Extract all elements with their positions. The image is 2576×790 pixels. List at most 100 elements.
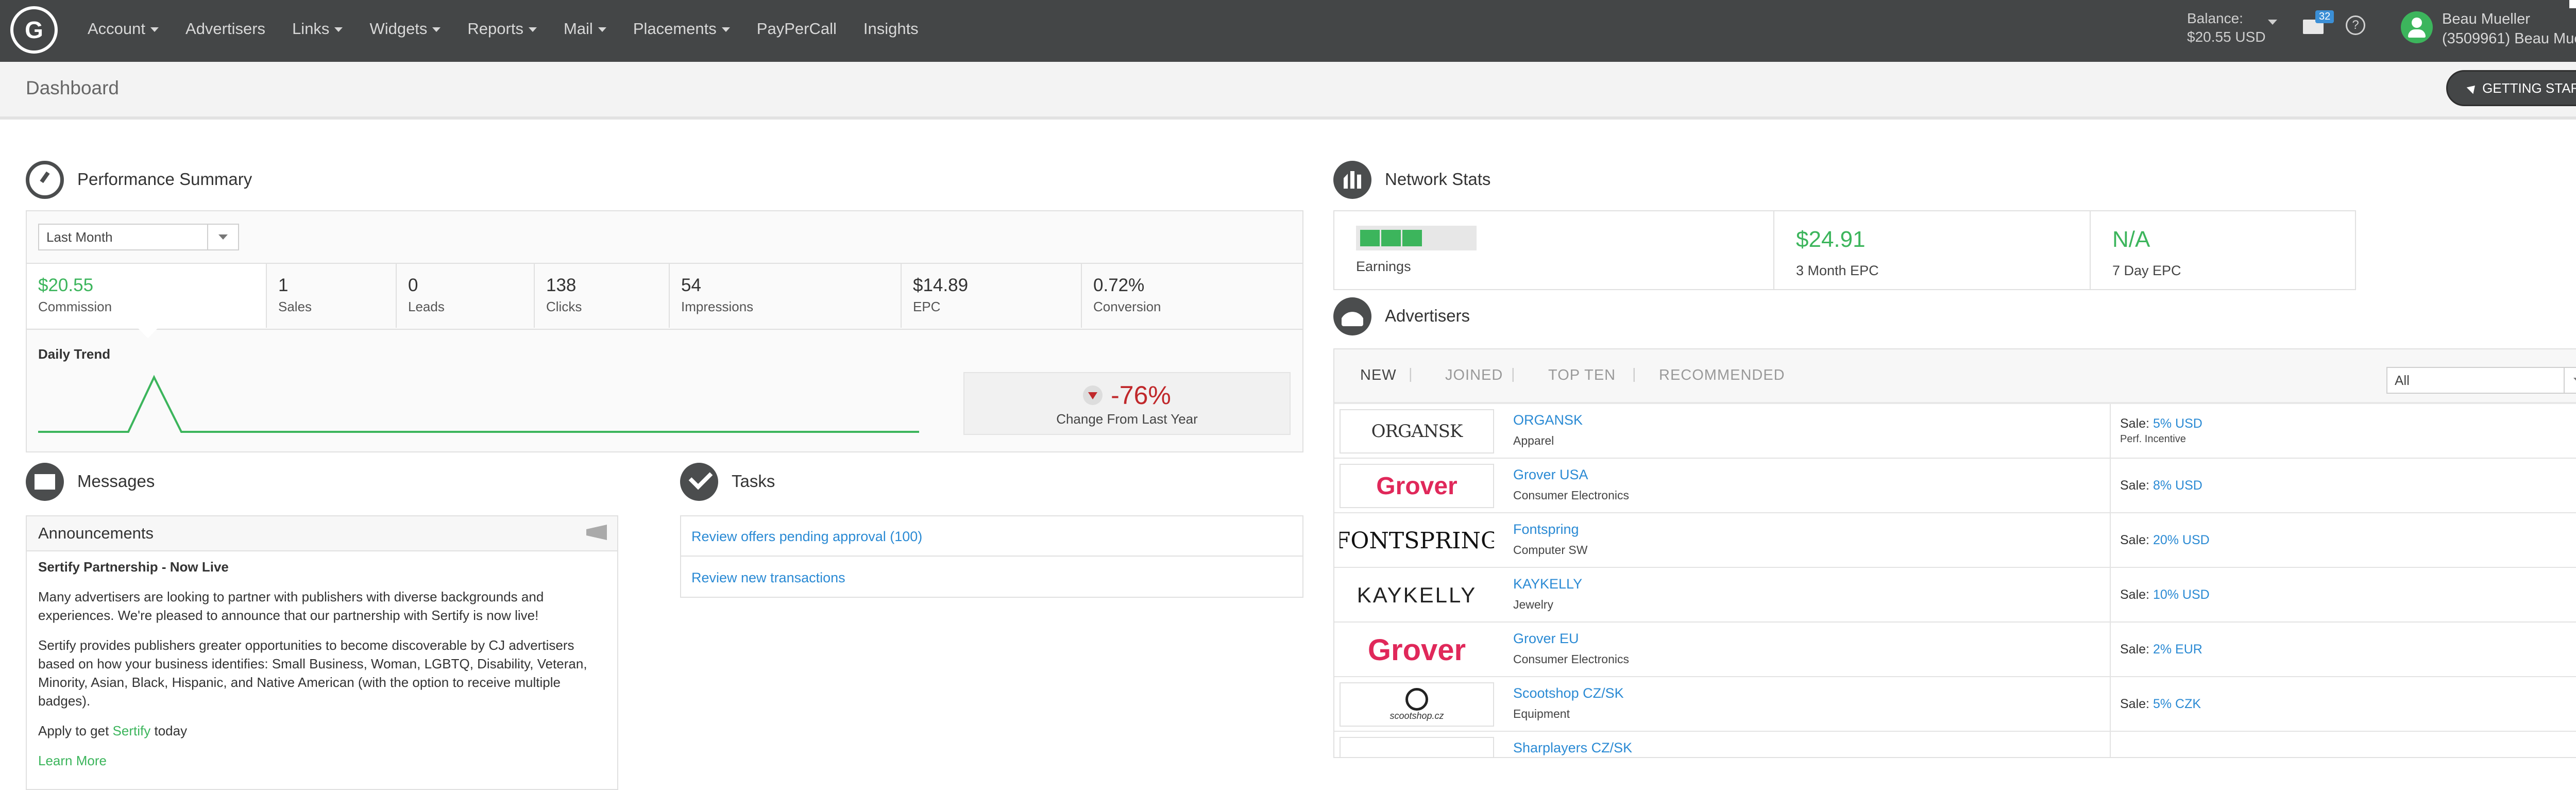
sale-line: Sale: 8% USD — [2120, 478, 2202, 493]
advertiser-row[interactable]: Sharplayers CZ/SK — [1334, 732, 2576, 757]
advertiser-logo[interactable]: KAYKELLY — [1340, 573, 1494, 617]
advertiser-name-link[interactable]: Grover EU — [1513, 631, 1579, 647]
help-icon[interactable]: ? — [2346, 15, 2365, 35]
task-review-offers[interactable]: Review offers pending approval (100) — [681, 516, 1302, 557]
nav-widgets[interactable]: Widgets — [369, 20, 441, 38]
nav-reports[interactable]: Reports — [467, 20, 537, 38]
tab-top-ten[interactable]: TOP TEN — [1548, 367, 1616, 384]
advertiser-category: Consumer Electronics — [1513, 489, 1629, 502]
chevron-down-icon — [721, 27, 730, 32]
metric-impressions[interactable]: 54 Impressions — [670, 264, 902, 328]
metric-epc[interactable]: $14.89 EPC — [902, 264, 1082, 328]
period-select[interactable]: Last Month — [38, 224, 239, 250]
advertiser-logo[interactable] — [1340, 737, 1494, 757]
advertiser-row[interactable]: KAYKELLY KAYKELLY Jewelry Sale: 10% USD — [1334, 568, 2576, 623]
sale-value: 20% USD — [2153, 532, 2210, 547]
sale-value: 2% EUR — [2153, 642, 2202, 657]
sale-line: Sale: 5% CZK — [2120, 697, 2201, 712]
task-review-transactions[interactable]: Review new transactions — [681, 558, 1302, 598]
row-divider — [2110, 513, 2111, 567]
tab-separator: | — [1409, 366, 1413, 382]
nav-insights[interactable]: Insights — [863, 20, 919, 38]
sale-value: 10% USD — [2153, 587, 2210, 602]
advertiser-filter-select[interactable]: All — [2386, 367, 2576, 394]
page-title: Dashboard — [26, 77, 120, 98]
metric-leads[interactable]: 0 Leads — [397, 264, 535, 328]
apply-line: Apply to get Sertify today — [38, 721, 605, 740]
advertiser-row[interactable]: scootshop.cz Scootshop CZ/SK Equipment S… — [1334, 677, 2576, 732]
tab-new[interactable]: NEW — [1360, 367, 1397, 384]
nav-mail[interactable]: Mail — [564, 20, 606, 38]
nav-paypercall[interactable]: PayPerCall — [757, 20, 837, 38]
balance-chevron-icon[interactable] — [2268, 20, 2277, 25]
metric-value: $14.89 — [913, 275, 969, 295]
metric-value: 0.72% — [1093, 275, 1145, 295]
metric-label: Commission — [38, 299, 112, 314]
metrics-row: $20.55 Commission 1 Sales 0 Leads 138 Cl… — [27, 263, 1302, 338]
advertiser-logo[interactable]: scootshop.cz — [1340, 682, 1494, 727]
metric-clicks[interactable]: 138 Clicks — [535, 264, 670, 328]
metric-label: Leads — [408, 299, 445, 314]
advertiser-name-link[interactable]: ORGANSK — [1513, 412, 1583, 428]
sale-prefix: Sale: — [2120, 696, 2149, 711]
advertiser-logo[interactable]: Grover — [1340, 628, 1494, 672]
earnings-label: Earnings — [1356, 259, 1411, 274]
scooter-icon — [1405, 687, 1428, 711]
nav-label: Reports — [467, 20, 523, 38]
network-stats-title: Network Stats — [1385, 170, 1491, 189]
checkmark-icon — [680, 463, 718, 501]
megaphone-icon — [586, 525, 607, 540]
nav-links[interactable]: Links — [292, 20, 343, 38]
sale-line: Sale: 10% USD — [2120, 587, 2210, 602]
sale-line: Sale: 20% USD — [2120, 533, 2210, 548]
getting-started-label: GETTING STARTED — [2482, 80, 2576, 96]
sertify-link[interactable]: Sertify — [113, 723, 151, 738]
tab-joined[interactable]: JOINED — [1445, 367, 1503, 384]
advertiser-row[interactable]: FONTSPRING Fontspring Computer SW Sale: … — [1334, 513, 2576, 568]
advertiser-name-link[interactable]: Fontspring — [1513, 522, 1579, 537]
earnings-cell: Earnings — [1334, 211, 1774, 289]
advertiser-row[interactable]: Grover Grover USA Consumer Electronics S… — [1334, 459, 2576, 513]
advertiser-logo[interactable]: FONTSPRING — [1340, 518, 1494, 563]
row-divider — [2110, 623, 2111, 676]
epc3-cell: $24.91 3 Month EPC — [1774, 211, 2091, 289]
announcement-paragraph: Many advertisers are looking to partner … — [38, 589, 544, 623]
user-name: Beau Mueller — [2442, 11, 2530, 27]
advertiser-category: Apparel — [1513, 434, 1554, 447]
advertiser-row[interactable]: ORGANSK ORGANSK Apparel Sale: 5% USD Per… — [1334, 404, 2576, 459]
advertiser-category: Computer SW — [1513, 543, 1588, 557]
page-header: Dashboard GETTING STARTED — [0, 62, 2576, 120]
advertiser-name-link[interactable]: Grover USA — [1513, 467, 1588, 483]
advertiser-category: Equipment — [1513, 707, 1570, 720]
advertiser-logo[interactable]: Grover — [1340, 464, 1494, 508]
cj-logo[interactable]: G — [10, 6, 58, 54]
advertiser-name-link[interactable]: Sharplayers CZ/SK — [1513, 740, 1632, 756]
tab-recommended[interactable]: RECOMMENDED — [1659, 367, 1785, 384]
extensions-tab[interactable]: Extensions — [2569, 0, 2576, 8]
user-avatar-icon[interactable] — [2401, 11, 2433, 43]
sale-prefix: Sale: — [2120, 416, 2149, 431]
getting-started-button[interactable]: GETTING STARTED — [2446, 70, 2576, 106]
metric-commission[interactable]: $20.55 Commission — [27, 264, 267, 338]
period-value: Last Month — [46, 229, 113, 245]
advertiser-name-link[interactable]: Scootshop CZ/SK — [1513, 685, 1624, 701]
metric-label: EPC — [913, 299, 941, 314]
nav-account[interactable]: Account — [88, 20, 159, 38]
advertisers-panel: NEW | JOINED | TOP TEN | RECOMMENDED All… — [1333, 348, 2576, 758]
advertiser-row[interactable]: Grover Grover EU Consumer Electronics Sa… — [1334, 623, 2576, 677]
nav-advertisers[interactable]: Advertisers — [185, 20, 265, 38]
user-menu[interactable]: Beau Mueller (3509961) Beau Mueller — [2442, 9, 2576, 48]
metric-sales[interactable]: 1 Sales — [267, 264, 397, 328]
mail-count-badge: 32 — [2315, 10, 2334, 23]
announcements-panel: Announcements Sertify Partnership - Now … — [26, 515, 618, 790]
metric-label: Conversion — [1093, 299, 1161, 314]
balance-display[interactable]: Balance: $20.55 USD — [2187, 9, 2266, 46]
advertiser-logo[interactable]: ORGANSK — [1340, 409, 1494, 453]
epc3-label: 3 Month EPC — [1796, 263, 1879, 278]
row-divider — [2110, 459, 2111, 512]
metric-conversion[interactable]: 0.72% Conversion — [1082, 264, 1302, 328]
advertiser-name-link[interactable]: KAYKELLY — [1513, 576, 1582, 592]
epc7-cell: N/A 7 Day EPC — [2091, 211, 2355, 289]
nav-placements[interactable]: Placements — [633, 20, 730, 38]
learn-more-link[interactable]: Learn More — [38, 751, 605, 770]
